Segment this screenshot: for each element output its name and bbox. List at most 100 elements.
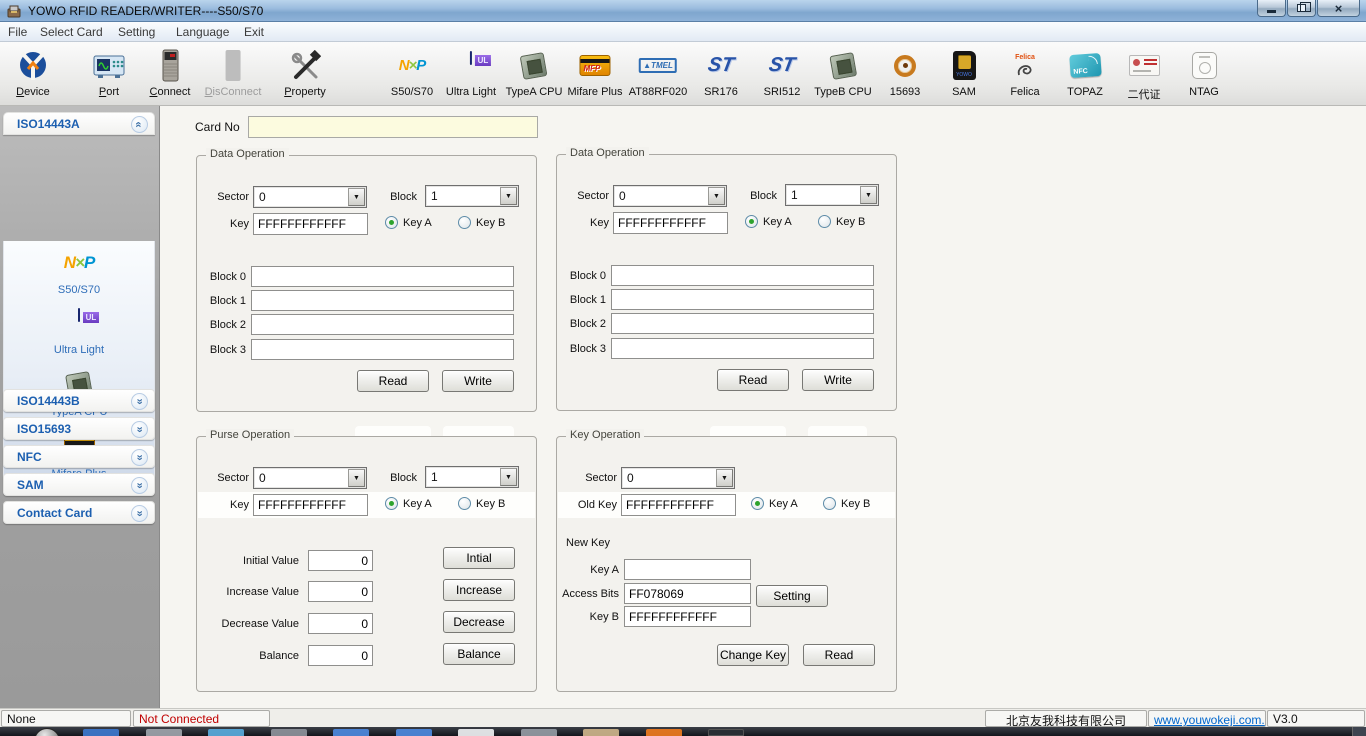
key-a-radio[interactable]: Key A: [751, 497, 798, 510]
toolbar-item-typea-cpu[interactable]: TypeA CPU: [506, 47, 563, 98]
dropdown-arrow-icon[interactable]: ▼: [500, 468, 517, 486]
change-key-button[interactable]: Change Key: [717, 644, 789, 666]
menu-file[interactable]: File: [4, 25, 31, 39]
sector-dropdown[interactable]: 0 ▼: [253, 186, 367, 208]
close-button[interactable]: ×: [1317, 0, 1360, 17]
collapse-button[interactable]: »: [131, 116, 148, 133]
taskbar-icon[interactable]: [646, 729, 682, 736]
dropdown-arrow-icon[interactable]: ▼: [860, 186, 877, 204]
taskbar-icon[interactable]: [333, 729, 369, 736]
toolbar-item-ultra-light[interactable]: UL Ultra Light: [446, 47, 496, 98]
menu-select-card[interactable]: Select Card: [36, 25, 107, 39]
toolbar-item-erdaizheng[interactable]: 二代证: [1120, 47, 1168, 102]
key-b-radio[interactable]: Key B: [458, 497, 505, 510]
initial-value-input[interactable]: [308, 550, 373, 571]
initial-button[interactable]: Intial: [443, 547, 515, 569]
minimize-button[interactable]: [1257, 0, 1286, 17]
menu-language[interactable]: Language: [172, 25, 233, 39]
taskbar-icon[interactable]: [271, 729, 307, 736]
taskbar[interactable]: [0, 727, 1366, 736]
card-no-input[interactable]: [248, 116, 538, 138]
read-button[interactable]: Read: [717, 369, 789, 391]
block2-input[interactable]: [611, 313, 874, 334]
sector-dropdown[interactable]: 0 ▼: [253, 467, 367, 489]
expand-button[interactable]: »: [131, 449, 148, 466]
block0-input[interactable]: [251, 266, 514, 287]
taskbar-icon[interactable]: [396, 729, 432, 736]
access-bits-input[interactable]: [624, 583, 751, 604]
sidebar-item-s50s70[interactable]: N×P S50/S70: [4, 247, 154, 296]
restore-button[interactable]: [1287, 0, 1316, 17]
sidebar-item-ultra-light[interactable]: UL Ultra Light: [4, 307, 154, 356]
new-key-b-input[interactable]: [624, 606, 751, 627]
sidebar-section-contact-card[interactable]: Contact Card »: [3, 501, 155, 524]
status-website[interactable]: www.youwokeji.com.cn: [1148, 710, 1266, 727]
toolbar-item-sam[interactable]: YOWO SAM: [940, 47, 988, 98]
menu-exit[interactable]: Exit: [240, 25, 268, 39]
show-desktop-button[interactable]: [1352, 727, 1366, 736]
sector-dropdown[interactable]: 0 ▼: [621, 467, 735, 489]
sidebar-section-iso14443a[interactable]: ISO14443A »: [3, 112, 155, 135]
write-button[interactable]: Write: [802, 369, 874, 391]
key-b-radio[interactable]: Key B: [818, 215, 865, 228]
block1-input[interactable]: [611, 289, 874, 310]
block-dropdown[interactable]: 1 ▼: [425, 185, 519, 207]
old-key-input[interactable]: [621, 494, 736, 516]
toolbar-item-felica[interactable]: Felica Felica: [1001, 47, 1049, 98]
key-input[interactable]: [253, 494, 368, 516]
balance-input[interactable]: [308, 645, 373, 666]
sector-dropdown[interactable]: 0 ▼: [613, 185, 727, 207]
block-dropdown[interactable]: 1 ▼: [425, 466, 519, 488]
toolbar-item-device[interactable]: Device: [9, 47, 57, 98]
dropdown-arrow-icon[interactable]: ▼: [348, 188, 365, 206]
balance-button[interactable]: Balance: [443, 643, 515, 665]
toolbar-item-s50s70[interactable]: N×P S50/S70: [388, 47, 436, 98]
sidebar-section-sam[interactable]: SAM »: [3, 473, 155, 496]
taskbar-icon[interactable]: [458, 729, 494, 736]
key-input[interactable]: [613, 212, 728, 234]
start-button[interactable]: [34, 728, 60, 736]
key-input[interactable]: [253, 213, 368, 235]
toolbar-item-ntag[interactable]: NTAG: [1180, 47, 1228, 98]
block-dropdown[interactable]: 1 ▼: [785, 184, 879, 206]
key-b-radio[interactable]: Key B: [458, 216, 505, 229]
key-a-radio[interactable]: Key A: [745, 215, 792, 228]
toolbar-item-15693[interactable]: 15693: [881, 47, 929, 98]
toolbar-item-at88rf020[interactable]: ▲TMEL AT88RF020: [629, 47, 688, 98]
read-button[interactable]: Read: [357, 370, 429, 392]
taskbar-icon[interactable]: [208, 729, 244, 736]
decrease-button[interactable]: Decrease: [443, 611, 515, 633]
block3-input[interactable]: [611, 338, 874, 359]
taskbar-icon[interactable]: [708, 729, 744, 736]
expand-button[interactable]: »: [131, 505, 148, 522]
expand-button[interactable]: »: [131, 477, 148, 494]
block1-input[interactable]: [251, 290, 514, 311]
block0-input[interactable]: [611, 265, 874, 286]
dropdown-arrow-icon[interactable]: ▼: [348, 469, 365, 487]
taskbar-icon[interactable]: [583, 729, 619, 736]
toolbar-item-connect[interactable]: Connect: [146, 47, 194, 98]
read-button[interactable]: Read: [803, 644, 875, 666]
toolbar-item-typeb-cpu[interactable]: TypeB CPU: [814, 47, 871, 98]
dropdown-arrow-icon[interactable]: ▼: [716, 469, 733, 487]
menu-setting[interactable]: Setting: [114, 25, 159, 39]
expand-button[interactable]: »: [131, 393, 148, 410]
write-button[interactable]: Write: [442, 370, 514, 392]
block2-input[interactable]: [251, 314, 514, 335]
website-link[interactable]: www.youwokeji.com.cn: [1154, 713, 1266, 727]
increase-button[interactable]: Increase: [443, 579, 515, 601]
toolbar-item-port[interactable]: Port: [85, 47, 133, 98]
toolbar-item-property[interactable]: Property: [281, 47, 329, 98]
expand-button[interactable]: »: [131, 421, 148, 438]
toolbar-item-mifare-plus[interactable]: MFP Mifare Plus: [567, 47, 622, 98]
taskbar-icon[interactable]: [83, 729, 119, 736]
key-b-radio[interactable]: Key B: [823, 497, 870, 510]
dropdown-arrow-icon[interactable]: ▼: [708, 187, 725, 205]
taskbar-icon[interactable]: [146, 729, 182, 736]
toolbar-item-topaz[interactable]: NFC TOPAZ: [1061, 47, 1109, 98]
sidebar-section-nfc[interactable]: NFC »: [3, 445, 155, 468]
dropdown-arrow-icon[interactable]: ▼: [500, 187, 517, 205]
setting-button[interactable]: Setting: [756, 585, 828, 607]
taskbar-icon[interactable]: [521, 729, 557, 736]
sidebar-section-iso14443b[interactable]: ISO14443B »: [3, 389, 155, 412]
